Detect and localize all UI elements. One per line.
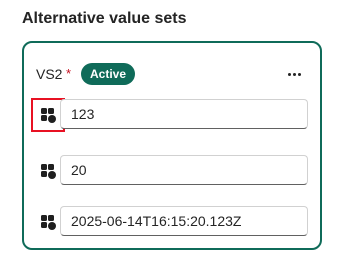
value-input[interactable] (60, 206, 308, 236)
value-set-header: VS2 * Active (36, 63, 308, 85)
value-set-card: VS2 * Active (22, 41, 322, 250)
status-badge: Active (81, 63, 136, 85)
value-row (24, 98, 320, 132)
value-row (24, 154, 320, 188)
value-row (24, 205, 320, 239)
section-title: Alternative value sets (22, 10, 187, 27)
more-horizontal-icon (287, 72, 301, 76)
more-options-button[interactable] (280, 63, 308, 85)
required-marker: * (66, 66, 72, 81)
value-input[interactable] (60, 155, 308, 185)
value-set-name: VS2 (36, 66, 63, 82)
value-input[interactable] (60, 99, 308, 129)
